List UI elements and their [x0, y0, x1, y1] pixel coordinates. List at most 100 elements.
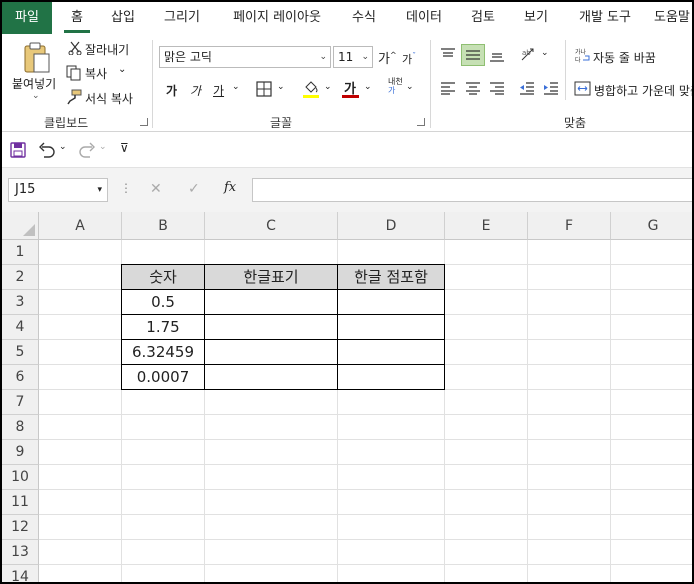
cell-C1[interactable] [205, 240, 338, 265]
formula-input[interactable] [252, 178, 692, 202]
table-header-cell[interactable]: 한글 점포함 [337, 264, 445, 290]
font-name-combo[interactable]: 맑은 고딕 ⌄ [159, 46, 331, 68]
cut-icon[interactable] [68, 41, 82, 58]
column-header[interactable]: A [39, 212, 122, 240]
cell-E12[interactable] [445, 515, 528, 540]
wrap-text-icon[interactable]: 가나 다 [575, 47, 591, 66]
cell-F1[interactable] [528, 240, 611, 265]
cell-G4[interactable] [611, 315, 692, 340]
cell-G13[interactable] [611, 540, 692, 565]
font-launcher-icon[interactable] [417, 118, 425, 126]
column-header[interactable]: D [338, 212, 445, 240]
table-cell[interactable] [204, 364, 338, 390]
cell-B13[interactable] [122, 540, 205, 565]
cell-E10[interactable] [445, 465, 528, 490]
grow-font-button[interactable]: 가^ [378, 48, 397, 67]
cell-G2[interactable] [611, 265, 692, 290]
column-header[interactable]: B [122, 212, 205, 240]
cell-F8[interactable] [528, 415, 611, 440]
cell-F10[interactable] [528, 465, 611, 490]
cell-E3[interactable] [445, 290, 528, 315]
cell-A13[interactable] [39, 540, 122, 565]
cell-A9[interactable] [39, 440, 122, 465]
cell-G3[interactable] [611, 290, 692, 315]
row-header[interactable]: 7 [2, 390, 39, 415]
cell-C9[interactable] [205, 440, 338, 465]
align-bottom-icon[interactable] [489, 48, 505, 65]
row-header[interactable]: 9 [2, 440, 39, 465]
align-right-icon[interactable] [489, 81, 505, 98]
align-left-icon[interactable] [440, 81, 456, 98]
cell-G10[interactable] [611, 465, 692, 490]
format-painter-label[interactable]: 서식 복사 [85, 90, 133, 107]
tab-page-layout[interactable]: 페이지 레이아웃 [224, 2, 330, 34]
redo-icon[interactable] [78, 141, 96, 162]
cell-C7[interactable] [205, 390, 338, 415]
column-header[interactable]: F [528, 212, 611, 240]
cell-A1[interactable] [39, 240, 122, 265]
tab-file[interactable]: 파일 [2, 2, 52, 34]
font-size-combo[interactable]: 11 ⌄ [333, 46, 373, 68]
tab-draw[interactable]: 그리기 [159, 2, 205, 34]
insert-function-icon[interactable]: fx [224, 180, 236, 195]
cell-F9[interactable] [528, 440, 611, 465]
cell-E1[interactable] [445, 240, 528, 265]
merge-center-icon[interactable] [574, 81, 591, 99]
cell-E5[interactable] [445, 340, 528, 365]
cell-G9[interactable] [611, 440, 692, 465]
cell-B1[interactable] [122, 240, 205, 265]
table-cell[interactable] [204, 339, 338, 365]
borders-icon[interactable] [256, 81, 272, 100]
align-middle-button[interactable] [461, 44, 485, 66]
cell-D1[interactable] [338, 240, 445, 265]
column-header[interactable]: C [205, 212, 338, 240]
cell-G14[interactable] [611, 565, 692, 582]
fill-color-dropdown-icon[interactable]: ⌄ [324, 82, 332, 92]
table-cell[interactable] [337, 314, 445, 340]
cell-A12[interactable] [39, 515, 122, 540]
merge-center-label[interactable]: 병합하고 가운데 맞춤 [594, 82, 692, 99]
cell-F4[interactable] [528, 315, 611, 340]
column-header[interactable]: E [445, 212, 528, 240]
phonetic-button[interactable]: 내천 가 [388, 77, 403, 95]
tab-insert[interactable]: 삽입 [106, 2, 140, 34]
copy-icon[interactable] [66, 65, 82, 84]
cell-E2[interactable] [445, 265, 528, 290]
cell-E4[interactable] [445, 315, 528, 340]
tab-home[interactable]: 홈 [64, 2, 90, 34]
cell-B14[interactable] [122, 565, 205, 582]
underline-dropdown-icon[interactable]: ⌄ [232, 82, 240, 92]
align-top-icon[interactable] [440, 48, 456, 65]
paste-icon[interactable] [22, 42, 52, 77]
bold-button[interactable]: 가 [166, 82, 177, 99]
tab-review[interactable]: 검토 [466, 2, 500, 34]
cell-D11[interactable] [338, 490, 445, 515]
cell-B11[interactable] [122, 490, 205, 515]
orientation-icon[interactable]: ab [520, 46, 538, 65]
cell-G1[interactable] [611, 240, 692, 265]
cell-A8[interactable] [39, 415, 122, 440]
cell-E7[interactable] [445, 390, 528, 415]
tab-view[interactable]: 보기 [519, 2, 553, 34]
cell-G7[interactable] [611, 390, 692, 415]
table-header-cell[interactable]: 숫자 [121, 264, 205, 290]
cell-A7[interactable] [39, 390, 122, 415]
cell-E6[interactable] [445, 365, 528, 390]
cell-D12[interactable] [338, 515, 445, 540]
row-header[interactable]: 14 [2, 565, 39, 582]
cell-G8[interactable] [611, 415, 692, 440]
cell-E13[interactable] [445, 540, 528, 565]
row-header[interactable]: 2 [2, 265, 39, 290]
cell-D9[interactable] [338, 440, 445, 465]
cell-A3[interactable] [39, 290, 122, 315]
borders-dropdown-icon[interactable]: ⌄ [277, 82, 285, 92]
table-cell[interactable] [204, 314, 338, 340]
tab-data[interactable]: 데이터 [400, 2, 448, 34]
row-header[interactable]: 6 [2, 365, 39, 390]
cell-G11[interactable] [611, 490, 692, 515]
font-color-dropdown-icon[interactable]: ⌄ [364, 82, 372, 92]
cell-F11[interactable] [528, 490, 611, 515]
cell-A5[interactable] [39, 340, 122, 365]
table-cell[interactable] [204, 289, 338, 315]
copy-dropdown-icon[interactable]: ⌄ [118, 64, 126, 75]
